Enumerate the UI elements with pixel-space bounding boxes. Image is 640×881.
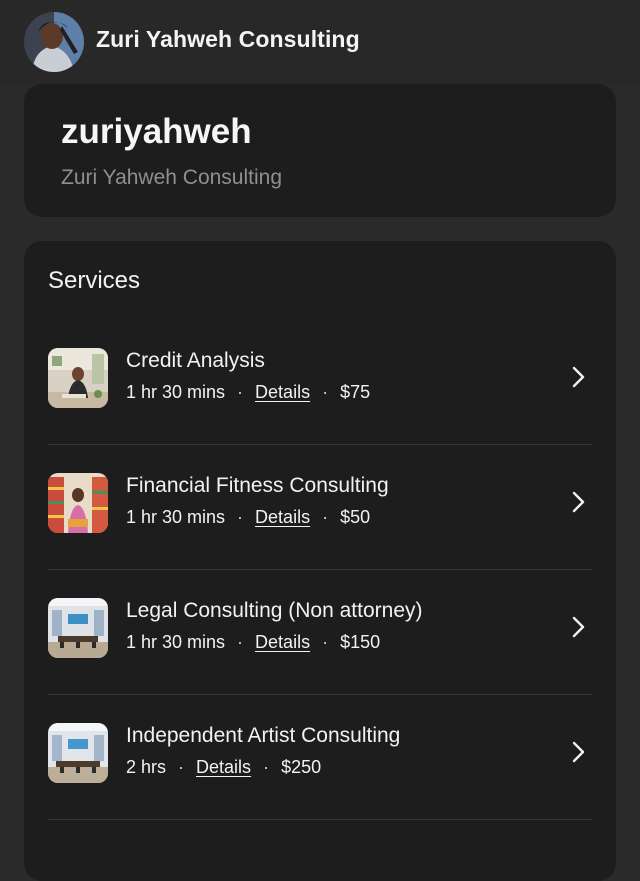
service-meta: 1 hr 30 mins · Details · $75: [126, 382, 370, 403]
divider: [48, 819, 592, 820]
service-name: Independent Artist Consulting: [126, 724, 401, 747]
chevron-right-icon: [572, 616, 585, 638]
service-row-legal-consulting[interactable]: Legal Consulting (Non attorney) 1 hr 30 …: [24, 570, 616, 695]
service-duration: 1 hr 30 mins: [126, 382, 226, 402]
meta-separator: ·: [237, 632, 244, 652]
meta-separator: ·: [263, 757, 270, 777]
service-row-credit-analysis[interactable]: Credit Analysis 1 hr 30 mins · Details · $75: [24, 320, 616, 445]
service-price: $250: [281, 757, 322, 777]
top-bar: Zuri Yahweh Consulting: [0, 0, 640, 84]
details-link[interactable]: Details: [255, 382, 310, 402]
service-thumbnail: [48, 723, 108, 783]
service-name: Credit Analysis: [126, 349, 265, 372]
service-duration: 2 hrs: [126, 757, 167, 777]
chevron-right-icon: [572, 741, 585, 763]
service-meta: 1 hr 30 mins · Details · $150: [126, 632, 380, 653]
meta-separator: ·: [237, 507, 244, 527]
service-duration: 1 hr 30 mins: [126, 507, 226, 527]
profile-card: zuriyahweh Zuri Yahweh Consulting: [24, 84, 616, 217]
profile-photo-icon: [24, 12, 84, 72]
services-card: Services Credit Analysis 1 hr 30 mins · De…: [24, 241, 616, 881]
woman-in-office-icon: [48, 348, 108, 408]
service-price: $50: [340, 507, 371, 527]
service-thumbnail: [48, 598, 108, 658]
chevron-right-icon: [572, 491, 585, 513]
avatar[interactable]: [24, 12, 84, 72]
service-price: $150: [340, 632, 381, 652]
business-title: Zuri Yahweh Consulting: [96, 26, 360, 52]
details-link[interactable]: Details: [255, 507, 310, 527]
meta-separator: ·: [322, 382, 329, 402]
service-price: $75: [340, 382, 371, 402]
username: zuriyahweh: [61, 112, 252, 151]
service-thumbnail: [48, 348, 108, 408]
service-thumbnail: [48, 473, 108, 533]
services-heading: Services: [48, 267, 141, 294]
service-row-independent-artist[interactable]: Independent Artist Consulting 2 hrs · Deta…: [24, 695, 616, 820]
conference-room-icon: [48, 598, 108, 658]
profile-display-name: Zuri Yahweh Consulting: [61, 166, 283, 189]
details-link[interactable]: Details: [255, 632, 310, 652]
service-name: Legal Consulting (Non attorney): [126, 599, 423, 622]
meta-separator: ·: [237, 382, 244, 402]
meta-separator: ·: [322, 632, 329, 652]
woman-in-store-icon: [48, 473, 108, 533]
meta-separator: ·: [322, 507, 329, 527]
service-row-financial-fitness[interactable]: Financial Fitness Consulting 1 hr 30 min…: [24, 445, 616, 570]
service-duration: 1 hr 30 mins: [126, 632, 226, 652]
conference-room-icon: [48, 723, 108, 783]
meta-separator: ·: [178, 757, 185, 777]
service-meta: 2 hrs · Details · $250: [126, 757, 321, 778]
service-name: Financial Fitness Consulting: [126, 474, 389, 497]
details-link[interactable]: Details: [196, 757, 251, 777]
chevron-right-icon: [572, 366, 585, 388]
service-meta: 1 hr 30 mins · Details · $50: [126, 507, 370, 528]
